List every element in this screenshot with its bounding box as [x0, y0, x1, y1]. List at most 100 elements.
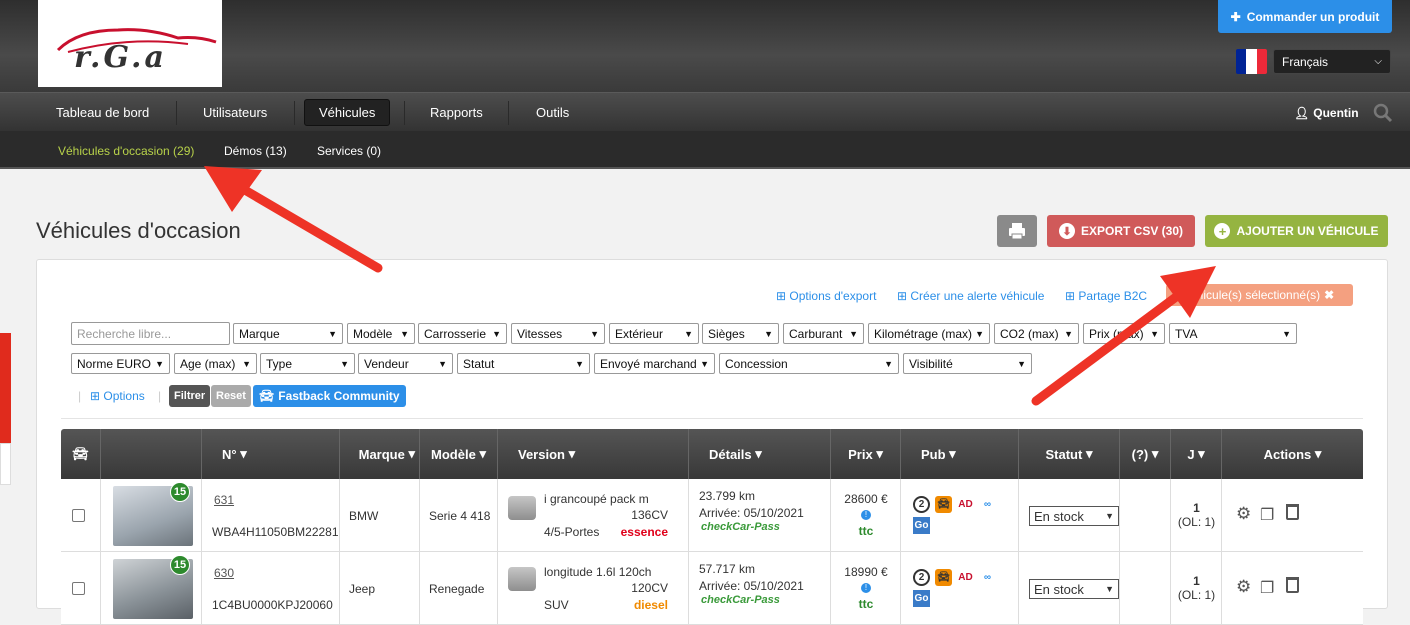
user-menu[interactable]: 👤︎ Quentin	[1280, 99, 1373, 126]
chevron-down-icon: ▼	[1017, 358, 1026, 369]
publisher-go-icon[interactable]: Go	[913, 590, 930, 607]
add-vehicle-button[interactable]: + AJOUTER UN VÉHICULE	[1205, 215, 1388, 247]
model: Serie 4 418	[429, 509, 491, 523]
rga-logo[interactable]: r.G.a	[38, 0, 222, 87]
side-tab[interactable]	[0, 333, 11, 443]
col-version[interactable]: Version ▾	[498, 429, 689, 479]
nav-reports[interactable]: Rapports	[416, 99, 497, 126]
info-icon[interactable]: !	[861, 510, 871, 520]
subnav-services[interactable]: Services (0)	[317, 144, 381, 158]
publisher-infinity-icon[interactable]: ∞	[979, 496, 996, 513]
filter-price[interactable]: Prix (max) ▼	[1083, 323, 1165, 344]
search-icon[interactable]	[1373, 103, 1393, 126]
filter-seats[interactable]: Sièges ▼	[702, 323, 779, 344]
duplicate-icon[interactable]: ❐	[1260, 505, 1274, 525]
filter-vat[interactable]: TVA ▼	[1169, 323, 1297, 344]
download-icon: ⬇	[1058, 223, 1075, 239]
filter-fuel[interactable]: Carburant ▼	[783, 323, 864, 344]
chevron-down-icon: ▼	[1150, 328, 1159, 339]
filter-co2[interactable]: CO2 (max) ▼	[994, 323, 1079, 344]
carpass-logo[interactable]: checkCar-Pass	[701, 594, 780, 606]
fastback-community-button[interactable]: 🚘︎ Fastback Community	[253, 385, 406, 407]
table-row[interactable]: 15 631 WBA4H11050BM22281 BMW Serie 4 418…	[61, 479, 1363, 552]
publisher-2-icon[interactable]: 2	[913, 569, 930, 586]
col-help[interactable]: (?) ▾	[1120, 429, 1171, 479]
filter-seller[interactable]: Vendeur ▼	[358, 353, 453, 374]
chevron-down-icon: ▼	[328, 328, 337, 339]
subnav-demos[interactable]: Démos (13)	[224, 144, 287, 158]
filter-model[interactable]: Modèle ▼	[347, 323, 415, 344]
filter-button[interactable]: Filtrer	[169, 385, 211, 407]
col-brand[interactable]: Marque ▾	[340, 429, 420, 479]
body-type-icon	[508, 567, 536, 591]
export-options-link[interactable]: ⊞ Options d'export	[776, 289, 876, 303]
carpass-logo[interactable]: checkCar-Pass	[701, 521, 780, 533]
row-checkbox[interactable]	[72, 582, 85, 595]
col-label: N°	[222, 446, 237, 462]
language-select[interactable]: Français ⌵	[1273, 49, 1391, 74]
help-cell	[1120, 479, 1171, 552]
col-details[interactable]: Détails ▾	[689, 429, 831, 479]
options-link[interactable]: ⊞ Options	[90, 389, 145, 403]
nav-users[interactable]: Utilisateurs	[189, 99, 281, 126]
publisher-2-icon[interactable]: 2	[913, 496, 930, 513]
publisher-ad-icon[interactable]: AD	[957, 569, 974, 586]
publisher-car-icon[interactable]: 🚘︎	[935, 496, 952, 513]
search-input[interactable]: Recherche libre...	[71, 322, 230, 345]
filter-type[interactable]: Type ▼	[260, 353, 355, 374]
filter-label: Extérieur	[615, 326, 664, 341]
vehicle-id-link[interactable]: 631	[214, 493, 234, 507]
info-icon[interactable]: !	[861, 583, 871, 593]
print-button[interactable]	[997, 215, 1037, 247]
col-status[interactable]: Statut ▾	[1019, 429, 1120, 479]
logo-text: r.G.a	[74, 40, 167, 75]
table-row[interactable]: 15 630 1C4BU0000KPJ20060 Jeep Renegade l…	[61, 552, 1363, 625]
filter-age[interactable]: Age (max) ▼	[174, 353, 257, 374]
filter-visibility[interactable]: Visibilité ▼	[903, 353, 1032, 374]
filter-sent-dealer[interactable]: Envoyé marchand ▼	[594, 353, 715, 374]
trash-icon[interactable]	[1286, 577, 1299, 593]
row-checkbox[interactable]	[72, 509, 85, 522]
days: 1	[1193, 501, 1200, 515]
publisher-go-icon[interactable]: Go	[913, 517, 930, 534]
filter-status[interactable]: Statut ▼	[457, 353, 590, 374]
filter-dealership[interactable]: Concession ▼	[719, 353, 899, 374]
col-number[interactable]: N° ▾	[202, 429, 340, 479]
filter-gears[interactable]: Vitesses ▼	[511, 323, 605, 344]
selected-vehicles-badge[interactable]: 0 véhicule(s) sélectionné(s) ✖	[1166, 284, 1353, 306]
gear-icon[interactable]: ⚙	[1236, 504, 1251, 524]
export-csv-button[interactable]: ⬇ EXPORT CSV (30)	[1047, 215, 1195, 247]
close-icon[interactable]: ✖	[1324, 288, 1334, 302]
reset-button[interactable]: Reset	[211, 385, 251, 407]
col-days[interactable]: J ▾	[1171, 429, 1222, 479]
filter-brand[interactable]: Marque ▼	[233, 323, 343, 344]
col-price[interactable]: Prix ▾	[831, 429, 901, 479]
filter-mileage[interactable]: Kilométrage (max) ▼	[868, 323, 990, 344]
nav-dashboard[interactable]: Tableau de bord	[42, 99, 163, 126]
share-b2c-link[interactable]: ⊞ Partage B2C	[1065, 289, 1147, 303]
publisher-car-icon[interactable]: 🚘︎	[935, 569, 952, 586]
brand-cell: BMW	[340, 479, 420, 552]
chevron-down-icon: ▼	[1064, 328, 1073, 339]
status-select[interactable]: En stock ▼	[1029, 579, 1119, 599]
publisher-ad-icon[interactable]: AD	[957, 496, 974, 513]
filter-body[interactable]: Carrosserie ▼	[418, 323, 507, 344]
status-cell: En stock ▼	[1019, 552, 1120, 625]
order-product-button[interactable]: ✚ Commander un produit	[1218, 0, 1392, 33]
filter-exterior[interactable]: Extérieur ▼	[609, 323, 699, 344]
gear-icon[interactable]: ⚙	[1236, 577, 1251, 597]
col-model[interactable]: Modèle ▾	[420, 429, 498, 479]
trash-icon[interactable]	[1286, 504, 1299, 520]
subnav-used-vehicles[interactable]: Véhicules d'occasion (29)	[58, 144, 194, 158]
duplicate-icon[interactable]: ❐	[1260, 578, 1274, 598]
create-alert-link[interactable]: ⊞ Créer une alerte véhicule	[897, 289, 1044, 303]
export-csv-label: EXPORT CSV (30)	[1080, 224, 1184, 238]
vehicle-id-link[interactable]: 630	[214, 566, 234, 580]
status-select[interactable]: En stock ▼	[1029, 506, 1119, 526]
nav-tools[interactable]: Outils	[522, 99, 583, 126]
nav-vehicles[interactable]: Véhicules	[304, 99, 391, 126]
filter-euro-norm[interactable]: Norme EURO ▼	[71, 353, 170, 374]
col-actions[interactable]: Actions ▾	[1222, 429, 1363, 479]
col-pub[interactable]: Pub ▾	[901, 429, 1019, 479]
publisher-infinity-icon[interactable]: ∞	[979, 569, 996, 586]
